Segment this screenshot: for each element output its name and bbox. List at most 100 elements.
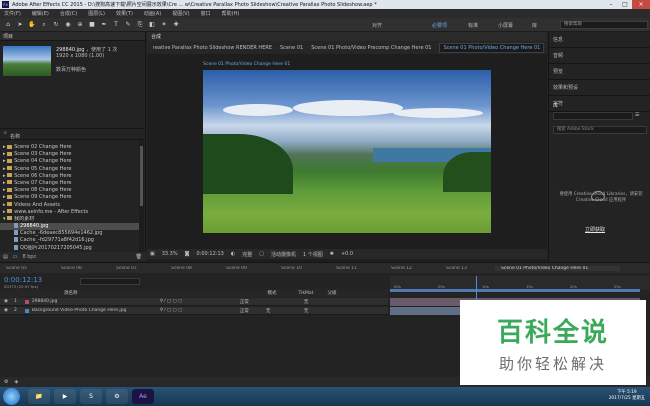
visibility-eye-icon[interactable]: ◉: [4, 299, 8, 304]
bpc-label[interactable]: 8 bpc: [22, 254, 36, 260]
menu-layer[interactable]: 图层(L): [88, 10, 105, 17]
column-source-name[interactable]: 源名称: [64, 290, 78, 296]
home-icon[interactable]: ⌂: [4, 21, 12, 29]
toggle-transparency-icon[interactable]: ▣: [150, 251, 155, 257]
minimize-button[interactable]: –: [604, 0, 618, 9]
table-row[interactable]: ◉ 2 Background Video-Photo Change Here.j…: [0, 307, 388, 315]
interpret-footage-icon[interactable]: ▤: [3, 254, 8, 260]
zoom-dropdown[interactable]: 33.3%: [162, 251, 178, 257]
tab-scene-05[interactable]: Scene 05: [0, 266, 55, 271]
workspace-standard[interactable]: 标准: [468, 22, 478, 29]
name-column-header[interactable]: 名称: [10, 133, 20, 140]
list-item[interactable]: ▸ Scene 08 Change Here: [0, 187, 139, 194]
list-item[interactable]: ▸ Scene 05 Change Here: [0, 166, 139, 173]
toggle-modes-icon[interactable]: ◈: [14, 379, 18, 385]
label-color-swatch[interactable]: [24, 299, 29, 304]
after-effects-taskbar-icon[interactable]: Ae: [132, 389, 154, 404]
eraser-tool-icon[interactable]: ◧: [148, 21, 156, 29]
list-item[interactable]: ▸ www.aeinfo.me - After Effects: [0, 209, 139, 216]
tab-active-comp[interactable]: Scene 01 Photo/Video Change Here 01: [495, 265, 620, 271]
menu-effect[interactable]: 效果(T): [116, 10, 133, 17]
media-player-taskbar-icon[interactable]: ▶: [54, 389, 76, 404]
zoom-tool-icon[interactable]: ⌕: [40, 21, 48, 29]
views-dropdown[interactable]: 1 个视图: [303, 251, 323, 258]
resolution-dropdown[interactable]: 完整: [242, 251, 252, 258]
toggle-switches-icon[interactable]: ⚙: [4, 379, 8, 385]
tab-scene-07[interactable]: Scene 07: [110, 266, 165, 271]
work-area-bar[interactable]: [390, 289, 640, 292]
label-color-swatch[interactable]: [24, 308, 29, 313]
close-button[interactable]: ×: [632, 0, 650, 9]
exposure-icon[interactable]: ✺: [330, 251, 334, 257]
layer-mode[interactable]: 正常: [240, 308, 266, 314]
breadcrumb-item[interactable]: reative Parallax Photo Slideshow RENDER …: [153, 45, 272, 51]
roto-brush-tool-icon[interactable]: ✶: [160, 21, 168, 29]
pen-tool-icon[interactable]: ✒: [100, 21, 108, 29]
layer-switches[interactable]: ⚲ ⁄ ▢ ▢ ▢: [160, 308, 240, 313]
rectangle-tool-icon[interactable]: ■: [88, 21, 96, 29]
rotate-tool-icon[interactable]: ↻: [52, 21, 60, 29]
tab-scene-11[interactable]: Scene 11: [330, 266, 385, 271]
workspace-small-screen[interactable]: 小屏幕: [498, 22, 513, 29]
column-trkmat[interactable]: TrkMat: [299, 291, 314, 296]
list-item[interactable]: Cache_-6deaec855694e1462.jpg: [0, 230, 139, 237]
workspace-essentials[interactable]: 必要项: [432, 22, 447, 29]
stock-search-input[interactable]: 搜索 Adobe Stock: [553, 126, 647, 134]
panel-audio[interactable]: 音频: [549, 48, 650, 64]
list-item[interactable]: ▾ 我的素材: [0, 216, 139, 223]
layer-mode[interactable]: 正常: [240, 299, 266, 305]
show-snapshot-icon[interactable]: ◐: [231, 251, 235, 257]
list-item-selected[interactable]: 298840.jpg: [0, 223, 139, 231]
library-panel-title[interactable]: 库: [553, 102, 558, 109]
breadcrumb-item[interactable]: Scene 01: [280, 45, 303, 51]
start-button[interactable]: [3, 388, 20, 405]
selection-tool-icon[interactable]: ➤: [16, 21, 24, 29]
camera-tool-icon[interactable]: ◉: [64, 21, 72, 29]
timeline-search-input[interactable]: [80, 278, 140, 285]
camera-dropdown[interactable]: 活动摄像机: [271, 251, 296, 258]
list-item[interactable]: ▸ Scene 03 Change Here: [0, 151, 139, 158]
snap-label[interactable]: 对齐: [372, 22, 382, 29]
visibility-eye-icon[interactable]: ◉: [4, 308, 8, 313]
list-item[interactable]: ▸ Scene 07 Change Here: [0, 180, 139, 187]
trash-icon[interactable]: 🗑: [136, 254, 142, 260]
menu-animation[interactable]: 动画(A): [144, 10, 161, 17]
layer-switches[interactable]: ⚲ ⁄ ▢ ▢ ▢: [160, 299, 240, 304]
menu-composition[interactable]: 合成(C): [60, 10, 77, 17]
layer-parent[interactable]: 无: [304, 308, 309, 314]
maximize-button[interactable]: □: [618, 0, 632, 9]
breadcrumb-item-active[interactable]: Scene 01 Photo/Video Change Here 01: [439, 42, 545, 53]
panel-preview[interactable]: 预览: [549, 64, 650, 80]
menu-view[interactable]: 视图(V): [172, 10, 189, 17]
settings-taskbar-icon[interactable]: ⚙: [106, 389, 128, 404]
tab-scene-13[interactable]: Scene 13: [440, 266, 495, 271]
list-item[interactable]: QQ图片20170217205045.jpg: [0, 244, 139, 252]
tab-scene-09[interactable]: Scene 09: [220, 266, 275, 271]
list-item[interactable]: ▸ Scene 06 Change Here: [0, 173, 139, 180]
menu-window[interactable]: 窗口: [201, 10, 211, 17]
explorer-taskbar-icon[interactable]: 📁: [28, 389, 50, 404]
text-tool-icon[interactable]: T: [112, 21, 120, 29]
panel-effects-presets[interactable]: 效果和预设: [549, 80, 650, 96]
list-item[interactable]: Cache_-fd29771a8f42d16.jpg: [0, 237, 139, 244]
time-ruler[interactable]: 00s 05s 10s 15s 20s 25s: [390, 276, 650, 290]
list-view-icon[interactable]: ☰: [635, 112, 639, 118]
composition-viewer-image[interactable]: [203, 70, 491, 233]
browser-taskbar-icon[interactable]: S: [80, 389, 102, 404]
camera-snapshot-icon[interactable]: ◙: [185, 251, 190, 257]
hand-tool-icon[interactable]: ✋: [28, 21, 36, 29]
list-item[interactable]: ▸ Videos And Assets: [0, 202, 139, 209]
menu-edit[interactable]: 编辑(E): [32, 10, 49, 17]
layer-trkmat[interactable]: 无: [266, 308, 304, 314]
tab-scene-10[interactable]: Scene 10: [275, 266, 330, 271]
layer-name[interactable]: 298840.jpg: [32, 299, 160, 304]
menu-help[interactable]: 帮助(H): [222, 10, 240, 17]
help-search-input[interactable]: 搜索帮助: [560, 21, 648, 29]
region-of-interest-icon[interactable]: ▢: [259, 251, 264, 257]
clone-stamp-tool-icon[interactable]: ⎘: [136, 21, 144, 29]
puppet-tool-icon[interactable]: ✚: [172, 21, 180, 29]
brush-tool-icon[interactable]: ✎: [124, 21, 132, 29]
menu-file[interactable]: 文件(F): [4, 10, 21, 17]
workspace-library[interactable]: 库: [532, 22, 537, 29]
tab-scene-12[interactable]: Scene 12: [385, 266, 440, 271]
